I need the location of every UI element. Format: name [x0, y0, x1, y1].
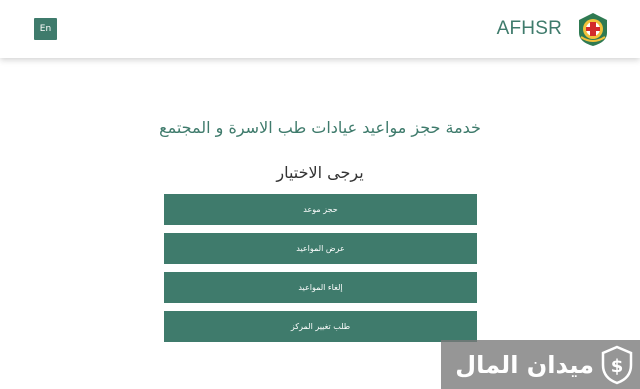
selection-prompt: يرجى الاختيار	[276, 163, 364, 182]
view-appointments-label: عرض المواعيد	[296, 243, 345, 253]
money-shield-icon: $	[601, 345, 633, 384]
svg-text:$: $	[611, 356, 624, 377]
watermark: ميدان المال $	[441, 340, 640, 389]
cancel-appointments-button[interactable]: إلغاء المواعيد	[164, 272, 477, 303]
change-center-button[interactable]: طلب تغيير المركز	[164, 311, 477, 342]
view-appointments-button[interactable]: عرض المواعيد	[164, 233, 477, 264]
cancel-appointments-label: إلغاء المواعيد	[298, 282, 343, 292]
change-center-label: طلب تغيير المركز	[290, 321, 351, 331]
language-toggle-button[interactable]: En	[34, 18, 57, 40]
top-header: En AFHSR	[0, 0, 640, 58]
brand-name: AFHSR	[496, 18, 562, 39]
afhsr-emblem-icon	[579, 13, 607, 46]
page-title: خدمة حجز مواعيد عيادات طب الاسرة و المجت…	[159, 118, 481, 137]
brand[interactable]: AFHSR	[497, 11, 610, 47]
watermark-text: ميدان المال	[455, 350, 594, 379]
book-appointment-label: حجز موعد	[303, 204, 338, 214]
book-appointment-button[interactable]: حجز موعد	[164, 194, 477, 225]
options-list: حجز موعد عرض المواعيد إلغاء المواعيد طلب…	[164, 194, 477, 350]
